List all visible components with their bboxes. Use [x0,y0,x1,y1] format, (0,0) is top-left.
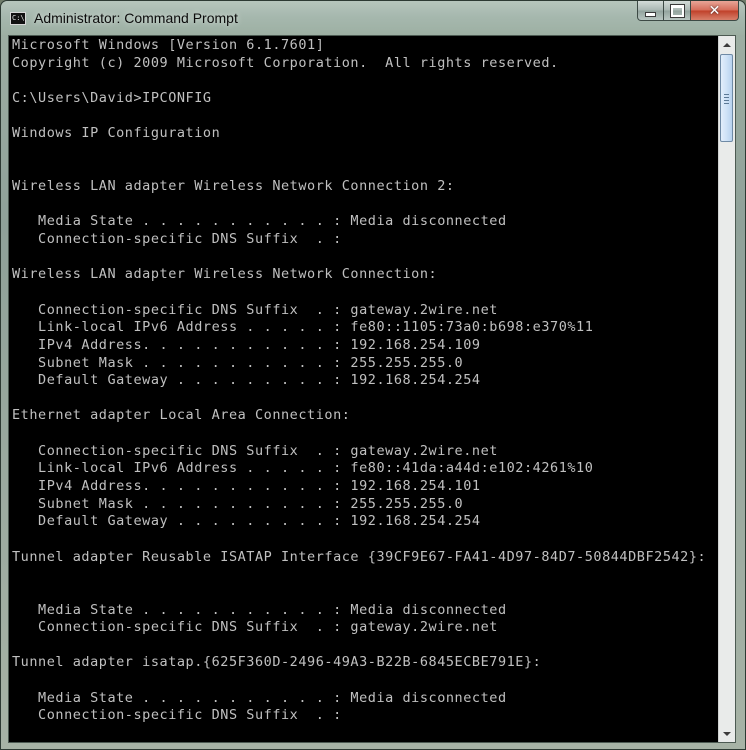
window-title: Administrator: Command Prompt [34,10,238,26]
thumb-grip-icon [724,97,729,98]
console-line: Wireless LAN adapter Wireless Network Co… [12,266,438,283]
console-line: Wireless LAN adapter Wireless Network Co… [12,178,455,195]
command-prompt-window: C:\. Administrator: Command Prompt ✕ Mic… [0,0,746,750]
console-line: Subnet Mask . . . . . . . . . . . : 255.… [12,354,464,371]
console-line: Microsoft Windows [Version 6.1.7601] [12,37,325,53]
console-line: Ethernet adapter Local Area Connection: [12,407,351,424]
console-line: Tunnel adapter Reusable ISATAP Interface… [12,548,707,565]
console-line: Default Gateway . . . . . . . . . : 192.… [12,372,481,389]
console-line: Tunnel adapter isatap.{625F360D-2496-49A… [12,654,542,671]
console-line: Media State . . . . . . . . . . . : Medi… [12,601,507,618]
scroll-up-arrow-icon [723,42,731,47]
console-line: Default Gateway . . . . . . . . . : 192.… [12,513,481,530]
console-line: Media State . . . . . . . . . . . : Medi… [12,689,507,706]
close-button[interactable]: ✕ [691,1,739,21]
minimize-button[interactable] [637,1,664,21]
thumb-grip-icon [724,94,729,95]
console-line: IPv4 Address. . . . . . . . . . . : 192.… [12,336,481,353]
console-line: Connection-specific DNS Suffix . : gatew… [12,301,498,318]
console-line: Link-local IPv6 Address . . . . . : fe80… [12,319,594,336]
scroll-thumb[interactable] [720,54,733,142]
console-line: Copyright (c) 2009 Microsoft Corporation… [12,54,559,71]
title-bar[interactable]: C:\. Administrator: Command Prompt ✕ [1,1,745,35]
minimize-icon [645,11,656,17]
console-line: C:\Users\David>IPCONFIG [12,89,212,106]
console-line: Link-local IPv6 Address . . . . . : fe80… [12,460,594,477]
maximize-icon [669,3,685,18]
console-frame: Microsoft Windows [Version 6.1.7601] Copy… [8,35,736,743]
vertical-scrollbar[interactable] [718,36,735,742]
scroll-down-button[interactable] [719,725,735,742]
maximize-button[interactable] [664,1,691,21]
scroll-up-button[interactable] [719,36,735,53]
console-line: Subnet Mask . . . . . . . . . . . : 255.… [12,495,464,512]
close-icon: ✕ [708,2,721,19]
console-line: Windows IP Configuration [12,125,221,142]
console-line: Connection-specific DNS Suffix . : [12,707,342,724]
console-line: IPv4 Address. . . . . . . . . . . : 192.… [12,478,481,495]
thumb-grip-icon [724,100,729,101]
console-line: Connection-specific DNS Suffix . : gatew… [12,442,498,459]
cmd-icon[interactable]: C:\. [10,12,26,25]
thumb-grip-icon [724,103,729,104]
console-output[interactable]: Microsoft Windows [Version 6.1.7601] Copy… [12,37,715,741]
caption-buttons: ✕ [637,1,739,22]
console-line: Connection-specific DNS Suffix . : [12,231,342,248]
scroll-down-arrow-icon [723,731,731,736]
console-line: Media State . . . . . . . . . . . : Medi… [12,213,507,230]
console-line: Connection-specific DNS Suffix . : gatew… [12,619,498,636]
